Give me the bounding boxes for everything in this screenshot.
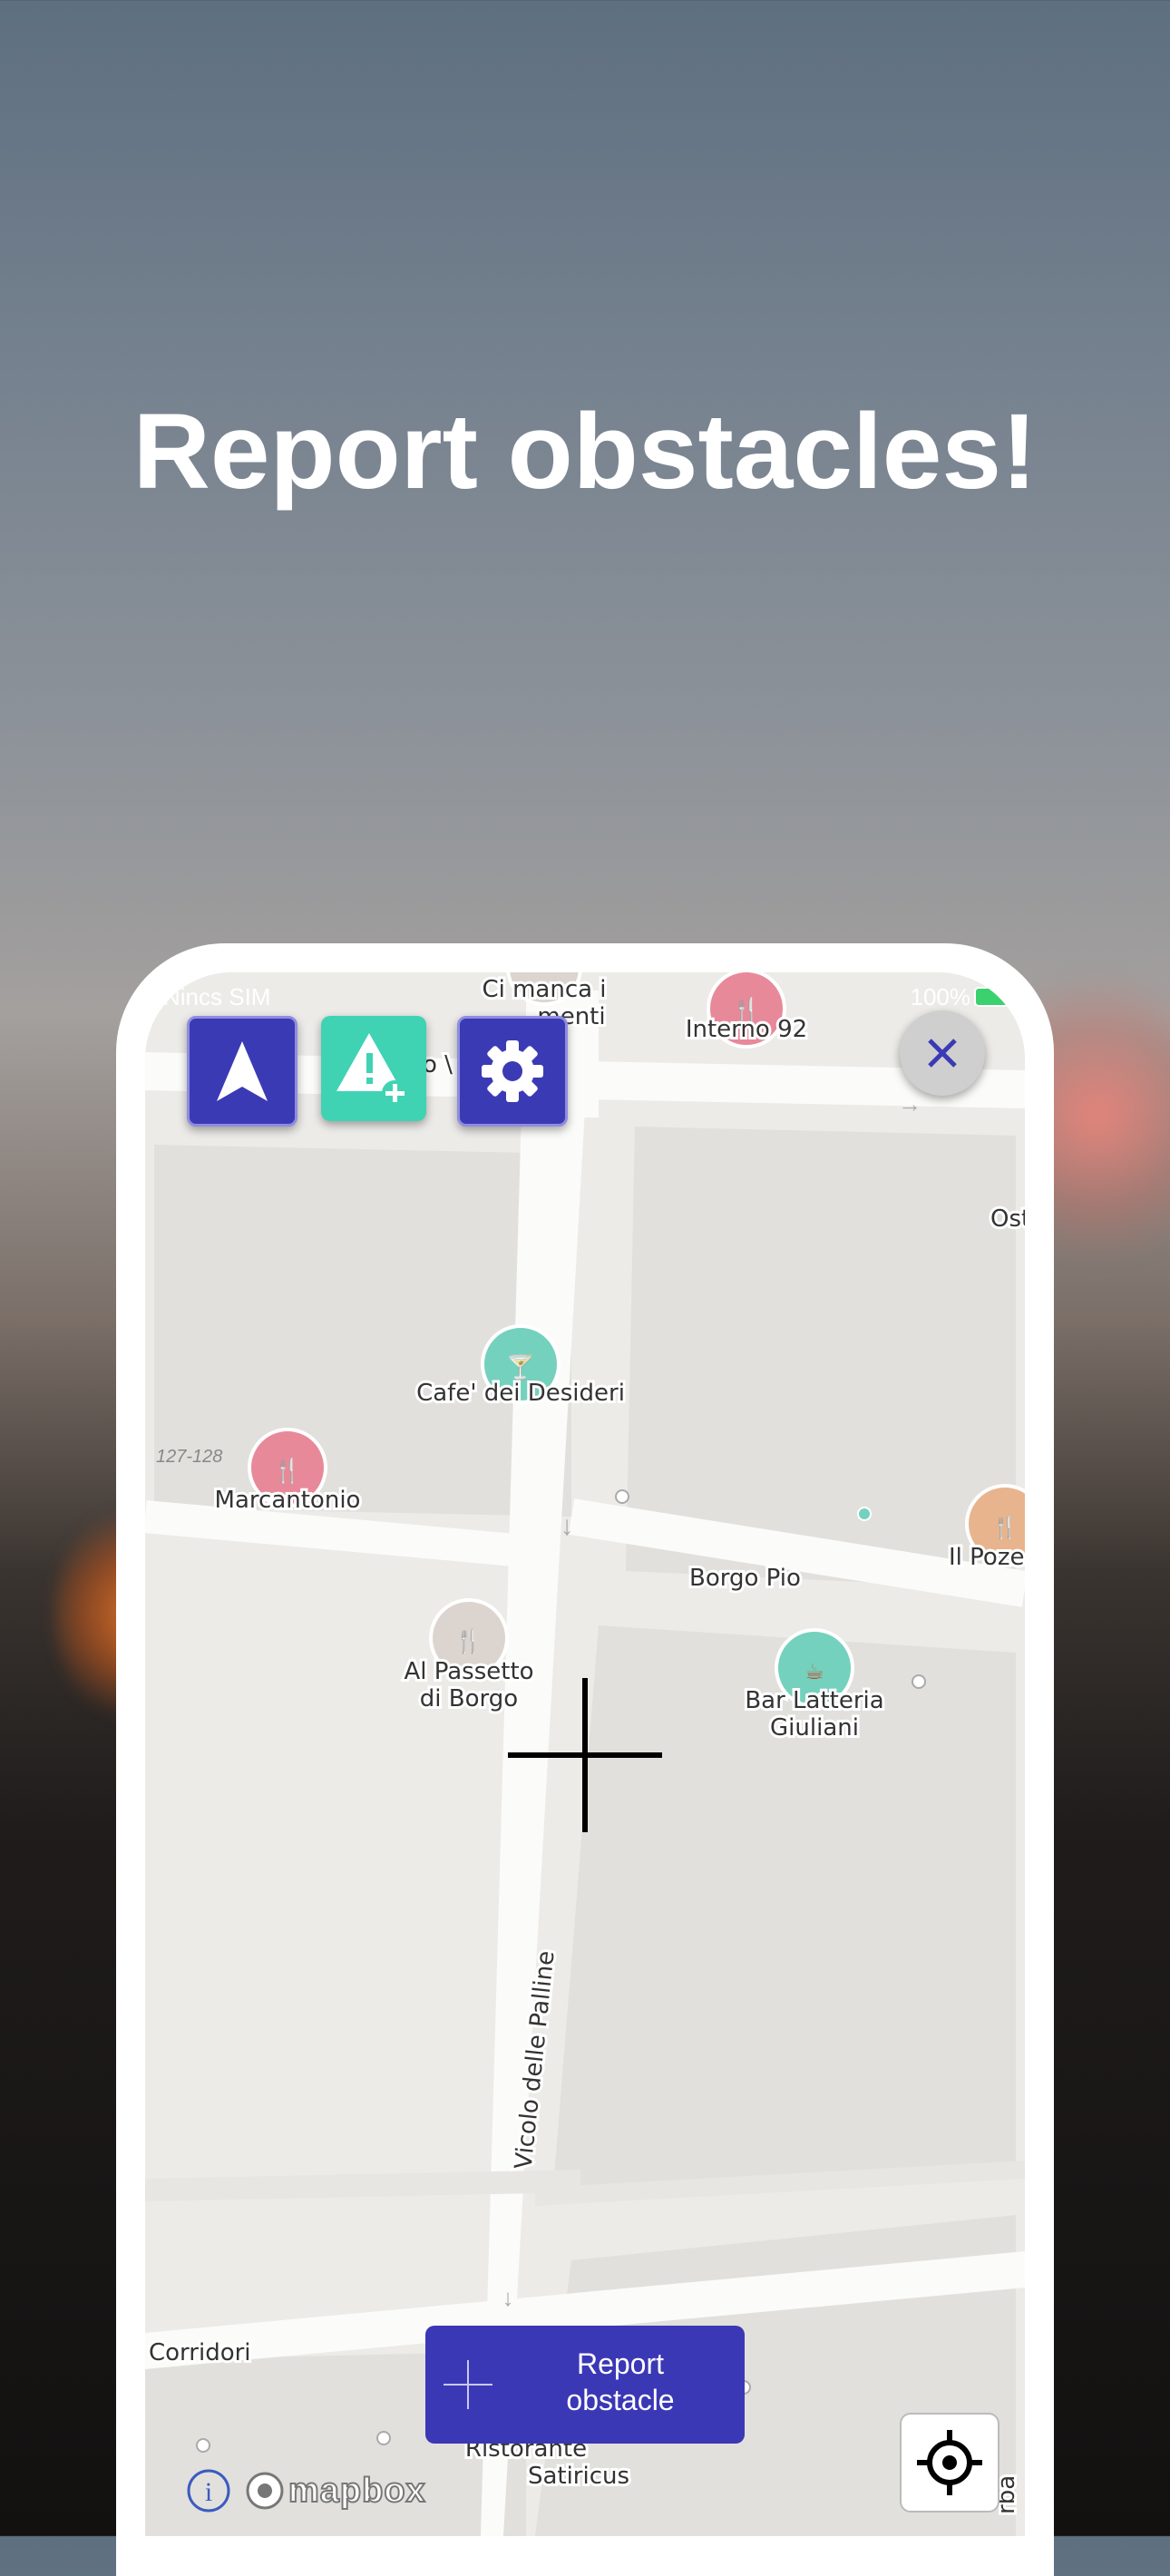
place-label-satiricus: Satiricus [528, 2463, 629, 2490]
report-label-line1: Report [576, 2347, 665, 2380]
battery-icon [974, 987, 1009, 1007]
plus-icon [444, 2360, 492, 2409]
close-button[interactable] [900, 1010, 985, 1096]
place-label-giuliani: Giuliani [770, 1714, 859, 1742]
svg-text:🍴: 🍴 [991, 1515, 1019, 1540]
locate-icon [917, 2430, 982, 2495]
phone-screen: 🍴 Interno 92 Ci manca i menti 🍸 Cafe' de… [145, 972, 1025, 2536]
place-label-cafe-dei-desideri: Cafe' dei Desideri [416, 1380, 625, 1407]
crosshair-icon [508, 1678, 662, 1832]
mapbox-logo[interactable]: mapbox [245, 2469, 426, 2513]
add-obstacle-button[interactable] [321, 1016, 426, 1121]
battery-label: 100% [910, 983, 971, 1010]
mapbox-wordmark: mapbox [288, 2471, 426, 2511]
report-label-line2: obstacle [566, 2384, 675, 2416]
house-numbers: 127-128 [156, 1447, 222, 1467]
place-label-bar-latteria: Bar Latteria [745, 1687, 883, 1714]
svg-text:↓: ↓ [502, 2284, 514, 2311]
svg-text:☕: ☕ [804, 1660, 824, 1684]
svg-text:🍴: 🍴 [454, 1627, 483, 1655]
gear-icon [482, 1040, 543, 1102]
street-label-corridori: Corridori [149, 2339, 251, 2366]
svg-text:🍴: 🍴 [273, 1457, 302, 1485]
mapbox-logo-icon [246, 2472, 284, 2510]
place-label-il-poze: Il Poze [949, 1544, 1024, 1571]
report-obstacle-label: Report obstacle [507, 2346, 734, 2418]
place-label-ost: Ost [990, 1205, 1025, 1233]
report-obstacle-button[interactable]: Report obstacle [425, 2326, 745, 2444]
carrier-label: Nincs SIM [163, 983, 271, 1010]
headline: Report obstacles! [132, 392, 1038, 512]
navigation-arrow-icon [217, 1041, 268, 1101]
svg-text:🍸: 🍸 [506, 1352, 535, 1381]
place-label-di-borgo: di Borgo [420, 1685, 518, 1712]
svg-text:i: i [205, 2477, 212, 2507]
street-label-borgo-pio: Borgo Pio [689, 1565, 801, 1592]
place-label-marcantonio: Marcantonio [215, 1487, 361, 1514]
svg-text:→: → [898, 1090, 921, 1117]
street-label-fragment: o \ [423, 1051, 453, 1078]
settings-button[interactable] [457, 1016, 568, 1127]
warning-add-icon [336, 1033, 407, 1106]
navigate-button[interactable] [187, 1016, 297, 1127]
close-icon [928, 1039, 957, 1068]
svg-text:↓: ↓ [561, 1511, 574, 1541]
info-icon[interactable]: i [185, 2467, 232, 2514]
locate-me-button[interactable] [900, 2413, 999, 2513]
